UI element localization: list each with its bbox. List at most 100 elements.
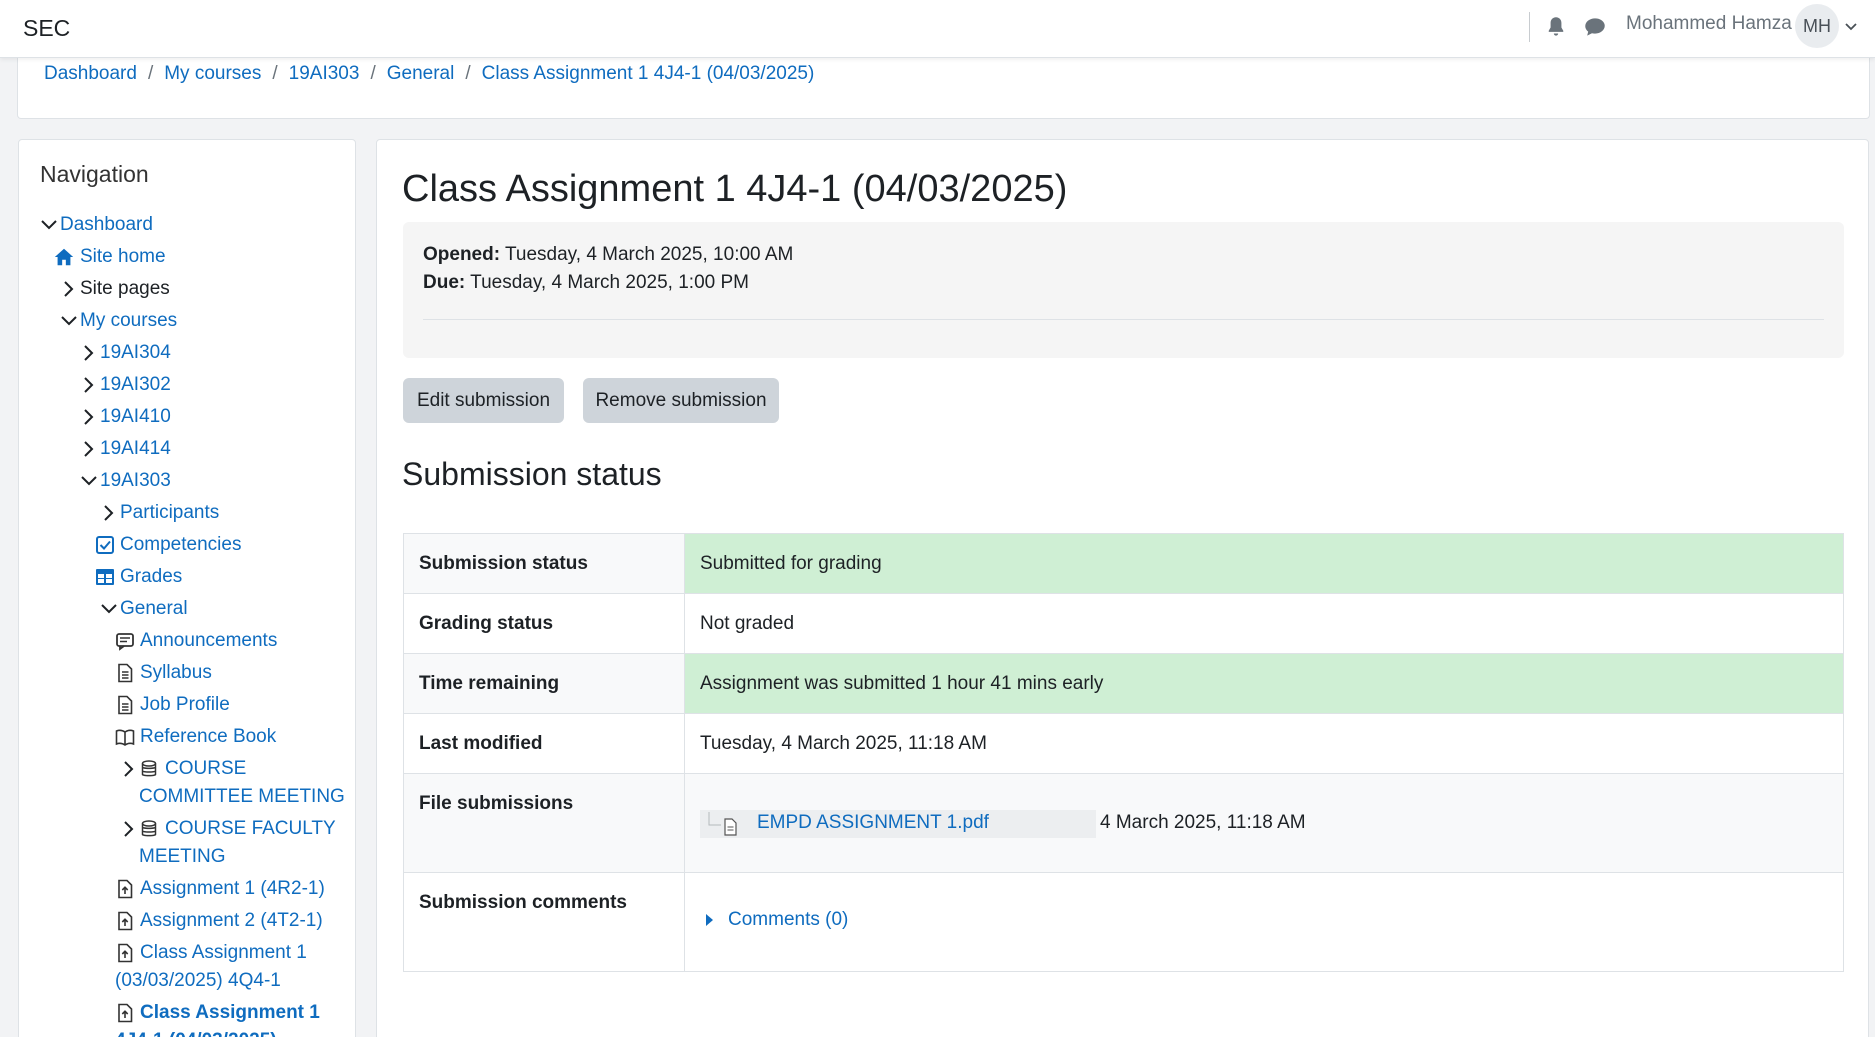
divider	[423, 319, 1824, 320]
activity-dates: Opened: Tuesday, 4 March 2025, 10:00 AM …	[403, 222, 1844, 358]
nav-item-label[interactable]: 19AI304	[100, 339, 171, 367]
nav-item-label-line1[interactable]: Class Assignment 1	[140, 999, 320, 1027]
submission-status-heading: Submission status	[402, 456, 662, 492]
nav-item-label[interactable]: Announcements	[140, 627, 277, 655]
breadcrumb-separator: /	[272, 63, 278, 84]
nav-item-label[interactable]: Grades	[120, 563, 182, 591]
nav-item-label[interactable]: 19AI302	[100, 371, 171, 399]
bell-icon[interactable]	[1543, 14, 1569, 40]
file-entry: EMPD ASSIGNMENT 1.pdf	[700, 810, 1096, 838]
breadcrumb-separator: /	[370, 63, 376, 84]
chevron-right-icon[interactable]	[99, 503, 119, 523]
edit-submission-button[interactable]: Edit submission	[403, 378, 564, 423]
nav-item-label-line1[interactable]: COURSE	[165, 755, 246, 783]
breadcrumb-separator: /	[147, 63, 154, 84]
breadcrumb-my-courses[interactable]: My courses	[164, 63, 261, 85]
breadcrumb-bar: Dashboard / My courses / 19AI303 / Gener…	[17, 58, 1870, 119]
chevron-right-icon[interactable]	[79, 407, 99, 427]
main-content: Class Assignment 1 4J4-1 (04/03/2025) Op…	[376, 139, 1869, 1037]
assignment-icon	[118, 943, 133, 963]
comments-link-label[interactable]: Comments (0)	[728, 909, 848, 931]
table-row: Last modified Tuesday, 4 March 2025, 11:…	[403, 713, 1844, 774]
chevron-right-icon[interactable]	[79, 375, 99, 395]
chevron-right-icon[interactable]	[79, 343, 99, 363]
nav-item-label[interactable]: Reference Book	[140, 723, 276, 751]
chevron-down-icon[interactable]	[59, 311, 79, 331]
user-name[interactable]: Mohammed Hamza	[1626, 13, 1792, 35]
chevron-down-icon[interactable]	[99, 599, 119, 619]
table-row: Submission status Submitted for grading	[403, 533, 1844, 594]
row-label: Grading status	[403, 593, 685, 654]
chevron-down-icon[interactable]	[79, 471, 99, 491]
breadcrumb-separator: /	[465, 63, 471, 84]
nav-item-label[interactable]: Job Profile	[140, 691, 230, 719]
nav-item-label-line2[interactable]: COMMITTEE MEETING	[139, 783, 345, 811]
due-value: Tuesday, 4 March 2025, 1:00 PM	[470, 272, 749, 293]
chevron-down-icon[interactable]	[1844, 22, 1858, 32]
nav-item-label-line2[interactable]: MEETING	[139, 843, 226, 871]
nav-item-label[interactable]: My courses	[80, 307, 177, 335]
chevron-right-icon[interactable]	[119, 819, 139, 839]
nav-item-label[interactable]: 19AI303	[100, 467, 171, 495]
nav-item-label[interactable]: Site home	[80, 243, 166, 271]
breadcrumb-course[interactable]: 19AI303	[289, 63, 360, 85]
database-icon	[141, 760, 157, 777]
chevron-right-icon[interactable]	[59, 279, 79, 299]
nav-item-label-line1[interactable]: COURSE FACULTY	[165, 815, 336, 843]
navigation-block: Navigation Dashboard Site home Site page…	[18, 139, 356, 1037]
remove-submission-button[interactable]: Remove submission	[583, 378, 779, 423]
row-label: Time remaining	[403, 653, 685, 714]
nav-item-label[interactable]: General	[120, 595, 188, 623]
chevron-right-icon[interactable]	[119, 759, 139, 779]
comments-toggle[interactable]: Comments (0)	[705, 909, 848, 931]
due-date: Due: Tuesday, 4 March 2025, 1:00 PM	[423, 272, 749, 294]
chevron-right-icon[interactable]	[79, 439, 99, 459]
page-title: Class Assignment 1 4J4-1 (04/03/2025)	[402, 168, 1068, 210]
nav-item-label[interactable]: Assignment 1 (4R2-1)	[140, 875, 325, 903]
file-date: 4 March 2025, 11:18 AM	[1100, 812, 1306, 833]
breadcrumb-current[interactable]: Class Assignment 1 4J4-1 (04/03/2025)	[482, 63, 815, 85]
database-icon	[141, 820, 157, 837]
chat-icon[interactable]	[1582, 14, 1608, 40]
file-icon	[118, 695, 133, 715]
navbar-divider	[1529, 12, 1530, 42]
table-row: File submissions EMPD ASSIGNMENT 1.pdf 4…	[403, 773, 1844, 873]
nav-item-label[interactable]: Syllabus	[140, 659, 212, 687]
nav-item-label[interactable]: 19AI410	[100, 403, 171, 431]
nav-item-label-line2[interactable]: 4J4-1 (04/03/2025)	[115, 1027, 277, 1037]
caret-right-icon[interactable]	[705, 913, 714, 927]
home-icon	[54, 248, 74, 266]
site-brand[interactable]: SEC	[23, 15, 70, 42]
avatar[interactable]: MH	[1795, 4, 1839, 48]
breadcrumb: Dashboard / My courses / 19AI303 / Gener…	[44, 63, 814, 85]
pdf-file-icon	[708, 812, 737, 836]
breadcrumb-section[interactable]: General	[387, 63, 455, 85]
chevron-down-icon[interactable]	[39, 215, 59, 235]
table-icon	[96, 569, 114, 585]
file-link[interactable]: EMPD ASSIGNMENT 1.pdf	[757, 812, 989, 834]
table-row: Grading status Not graded	[403, 593, 1844, 654]
nav-item-label[interactable]: Assignment 2 (4T2-1)	[140, 907, 323, 935]
table-row: Submission comments Comments (0)	[403, 872, 1844, 972]
row-label: Submission comments	[403, 872, 685, 972]
file-submissions-cell: EMPD ASSIGNMENT 1.pdf 4 March 2025, 11:1…	[684, 773, 1844, 873]
nav-item-label[interactable]: 19AI414	[100, 435, 171, 463]
nav-item-label[interactable]: Dashboard	[60, 211, 153, 239]
opened-value: Tuesday, 4 March 2025, 10:00 AM	[505, 244, 794, 265]
checkbox-icon	[96, 536, 114, 554]
file-icon	[118, 663, 133, 683]
opened-label: Opened:	[423, 244, 501, 265]
nav-item-label-line2[interactable]: (03/03/2025) 4Q4-1	[115, 967, 281, 995]
last-modified-value: Tuesday, 4 March 2025, 11:18 AM	[684, 713, 1844, 774]
nav-item-label: Site pages	[80, 278, 170, 299]
nav-item-label[interactable]: Competencies	[120, 531, 241, 559]
assignment-icon	[118, 1003, 133, 1023]
submission-status-value: Submitted for grading	[684, 533, 1844, 594]
nav-item-label-line1[interactable]: Class Assignment 1	[140, 939, 307, 967]
nav-item-label[interactable]: Participants	[120, 499, 219, 527]
grading-status-value: Not graded	[684, 593, 1844, 654]
opened-date: Opened: Tuesday, 4 March 2025, 10:00 AM	[423, 244, 793, 266]
forum-icon	[116, 633, 134, 651]
breadcrumb-dashboard[interactable]: Dashboard	[44, 63, 137, 85]
table-row: Time remaining Assignment was submitted …	[403, 653, 1844, 714]
